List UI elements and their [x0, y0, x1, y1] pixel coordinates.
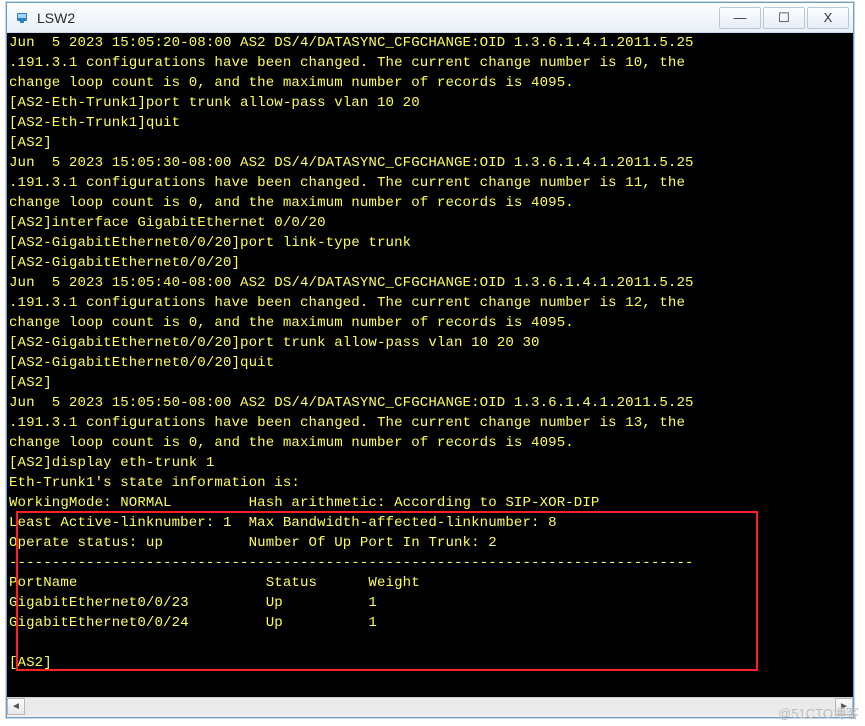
close-button[interactable]: X — [807, 7, 849, 29]
titlebar[interactable]: LSW2 — ☐ X — [7, 3, 853, 33]
app-window: LSW2 — ☐ X Jun 5 2023 15:05:20-08:00 AS2… — [6, 2, 854, 718]
minimize-icon: — — [734, 10, 747, 25]
maximize-icon: ☐ — [778, 10, 790, 26]
app-icon — [13, 9, 31, 27]
scroll-track[interactable] — [25, 698, 835, 715]
window-title: LSW2 — [37, 10, 717, 26]
watermark-text: @51CTO博客 — [778, 703, 859, 722]
terminal-area: Jun 5 2023 15:05:20-08:00 AS2 DS/4/DATAS… — [7, 33, 853, 717]
terminal-output[interactable]: Jun 5 2023 15:05:20-08:00 AS2 DS/4/DATAS… — [7, 33, 853, 697]
scroll-left-arrow[interactable]: ◄ — [7, 698, 25, 715]
maximize-button[interactable]: ☐ — [763, 7, 805, 29]
minimize-button[interactable]: — — [719, 7, 761, 29]
horizontal-scrollbar[interactable]: ◄ ► — [7, 697, 853, 715]
close-icon: X — [824, 10, 833, 25]
window-buttons: — ☐ X — [717, 7, 849, 29]
